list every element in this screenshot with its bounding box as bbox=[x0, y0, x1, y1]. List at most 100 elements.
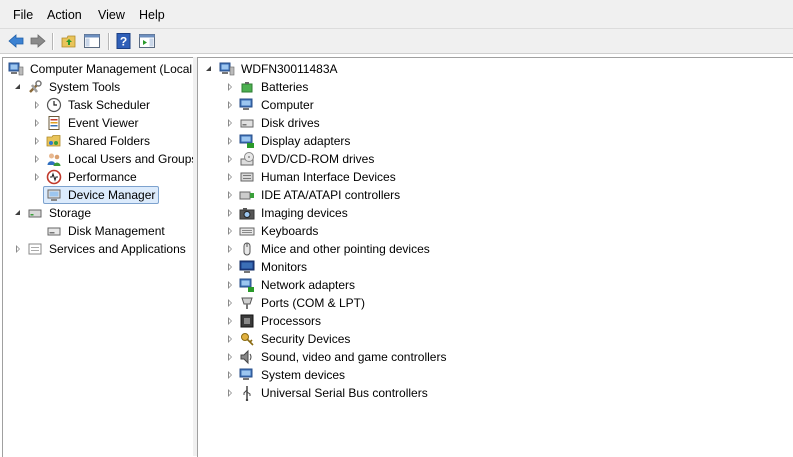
expand-icon[interactable] bbox=[228, 371, 232, 379]
expand-icon[interactable] bbox=[228, 191, 232, 199]
menu-action[interactable]: Action bbox=[47, 8, 82, 22]
collapse-icon[interactable] bbox=[206, 66, 211, 71]
device-manager-icon bbox=[47, 189, 61, 201]
tree-item-local-users-and-groups[interactable]: Local Users and Groups bbox=[3, 150, 193, 168]
help-icon[interactable]: ? bbox=[115, 32, 133, 50]
expand-icon[interactable] bbox=[35, 101, 39, 109]
expand-icon[interactable] bbox=[228, 101, 232, 109]
tree-label: Disk Management bbox=[68, 224, 165, 238]
device-category-label: Computer bbox=[261, 98, 314, 112]
computer-icon bbox=[239, 98, 253, 110]
battery-icon bbox=[241, 82, 253, 93]
device-category-label: Disk drives bbox=[261, 116, 320, 130]
tree-label: Performance bbox=[68, 170, 137, 184]
device-category-disk-drives[interactable]: Disk drives bbox=[198, 114, 793, 132]
computer-name: WDFN30011483A bbox=[241, 62, 338, 76]
device-category-ports-com-lpt[interactable]: Ports (COM & LPT) bbox=[198, 294, 793, 312]
device-category-ide-ata-atapi-controllers[interactable]: IDE ATA/ATAPI controllers bbox=[198, 186, 793, 204]
tree-item-performance[interactable]: Performance bbox=[3, 168, 193, 186]
hid-icon bbox=[240, 172, 254, 182]
forward-arrow-icon[interactable] bbox=[29, 32, 47, 50]
port-icon bbox=[241, 297, 253, 309]
device-tree[interactable]: WDFN30011483A Batteries Computer Disk driv… bbox=[197, 57, 793, 457]
tree-item-system-tools[interactable]: System Tools bbox=[3, 78, 193, 96]
expand-icon[interactable] bbox=[35, 173, 39, 181]
expand-icon[interactable] bbox=[228, 389, 232, 397]
expand-icon[interactable] bbox=[228, 299, 232, 307]
disk-drive-icon bbox=[240, 119, 254, 128]
toolbar-separator bbox=[108, 33, 110, 50]
expand-icon[interactable] bbox=[228, 335, 232, 343]
device-category-label: Imaging devices bbox=[261, 206, 348, 220]
expand-icon[interactable] bbox=[35, 155, 39, 163]
show-hide-action-pane-icon[interactable] bbox=[138, 32, 156, 50]
expand-icon[interactable] bbox=[16, 245, 20, 253]
monitor-icon bbox=[239, 260, 255, 273]
collapse-icon[interactable] bbox=[15, 210, 20, 215]
expand-icon[interactable] bbox=[228, 245, 232, 253]
up-folder-icon[interactable] bbox=[60, 32, 78, 50]
expand-icon[interactable] bbox=[228, 83, 232, 91]
tree-item-services-and-applications[interactable]: Services and Applications bbox=[3, 240, 193, 258]
event-viewer-icon bbox=[48, 116, 60, 130]
menu-file[interactable]: File bbox=[13, 8, 33, 22]
console-tree[interactable]: Computer Management (Local System Tools … bbox=[2, 57, 193, 457]
shared-folder-icon bbox=[46, 135, 61, 147]
device-category-label: Batteries bbox=[261, 80, 309, 94]
tree-item-computer-root[interactable]: WDFN30011483A bbox=[198, 60, 793, 78]
tree-label: Local Users and Groups bbox=[68, 152, 193, 166]
show-hide-console-tree-icon[interactable] bbox=[83, 32, 101, 50]
tree-item-computer-management[interactable]: Computer Management (Local bbox=[3, 60, 193, 78]
device-category-system-devices[interactable]: System devices bbox=[198, 366, 793, 384]
device-category-dvd-cd-rom-drives[interactable]: DVD/CD-ROM drives bbox=[198, 150, 793, 168]
device-category-label: Network adapters bbox=[261, 278, 356, 292]
expand-icon[interactable] bbox=[228, 137, 232, 145]
expand-icon[interactable] bbox=[228, 353, 232, 361]
collapse-icon[interactable] bbox=[15, 84, 20, 89]
security-key-icon bbox=[241, 333, 254, 346]
clock-icon bbox=[46, 97, 62, 113]
expand-icon[interactable] bbox=[228, 119, 232, 127]
tree-label: Services and Applications bbox=[49, 242, 186, 256]
menu-view[interactable]: View bbox=[98, 8, 125, 22]
device-category-batteries[interactable]: Batteries bbox=[198, 78, 793, 96]
expand-icon[interactable] bbox=[228, 227, 232, 235]
device-category-label: Universal Serial Bus controllers bbox=[261, 386, 428, 400]
expand-icon[interactable] bbox=[228, 317, 232, 325]
tree-item-storage[interactable]: Storage bbox=[3, 204, 193, 222]
device-category-universal-serial-bus-controllers[interactable]: Universal Serial Bus controllers bbox=[198, 384, 793, 402]
tree-label: Event Viewer bbox=[68, 116, 139, 130]
device-category-human-interface-devices[interactable]: Human Interface Devices bbox=[198, 168, 793, 186]
device-category-network-adapters[interactable]: Network adapters bbox=[198, 276, 793, 294]
tree-label: Task Scheduler bbox=[68, 98, 151, 112]
tree-label: Shared Folders bbox=[68, 134, 151, 148]
device-category-label: Display adapters bbox=[261, 134, 351, 148]
tree-item-shared-folders[interactable]: Shared Folders bbox=[3, 132, 193, 150]
expand-icon[interactable] bbox=[35, 137, 39, 145]
expand-icon[interactable] bbox=[228, 263, 232, 271]
device-category-computer[interactable]: Computer bbox=[198, 96, 793, 114]
device-category-imaging-devices[interactable]: Imaging devices bbox=[198, 204, 793, 222]
device-category-security-devices[interactable]: Security Devices bbox=[198, 330, 793, 348]
expand-icon[interactable] bbox=[228, 155, 232, 163]
ide-controller-icon bbox=[239, 191, 254, 200]
expand-icon[interactable] bbox=[228, 173, 232, 181]
device-category-monitors[interactable]: Monitors bbox=[198, 258, 793, 276]
menu-help[interactable]: Help bbox=[139, 8, 165, 22]
tree-item-event-viewer[interactable]: Event Viewer bbox=[3, 114, 193, 132]
tree-label: System Tools bbox=[49, 80, 121, 94]
toolbar: ? bbox=[0, 29, 793, 54]
device-category-mice-and-other-pointing-devices[interactable]: Mice and other pointing devices bbox=[198, 240, 793, 258]
expand-icon[interactable] bbox=[228, 281, 232, 289]
tree-item-task-scheduler[interactable]: Task Scheduler bbox=[3, 96, 193, 114]
tree-item-device-manager[interactable]: Device Manager bbox=[3, 186, 193, 204]
expand-icon[interactable] bbox=[228, 209, 232, 217]
back-arrow-icon[interactable] bbox=[7, 32, 25, 50]
device-category-sound-video-and-game-controllers[interactable]: Sound, video and game controllers bbox=[198, 348, 793, 366]
tree-item-disk-management[interactable]: Disk Management bbox=[3, 222, 193, 240]
svg-text:?: ? bbox=[120, 35, 127, 49]
device-category-keyboards[interactable]: Keyboards bbox=[198, 222, 793, 240]
expand-icon[interactable] bbox=[35, 119, 39, 127]
device-category-display-adapters[interactable]: Display adapters bbox=[198, 132, 793, 150]
device-category-processors[interactable]: Processors bbox=[198, 312, 793, 330]
